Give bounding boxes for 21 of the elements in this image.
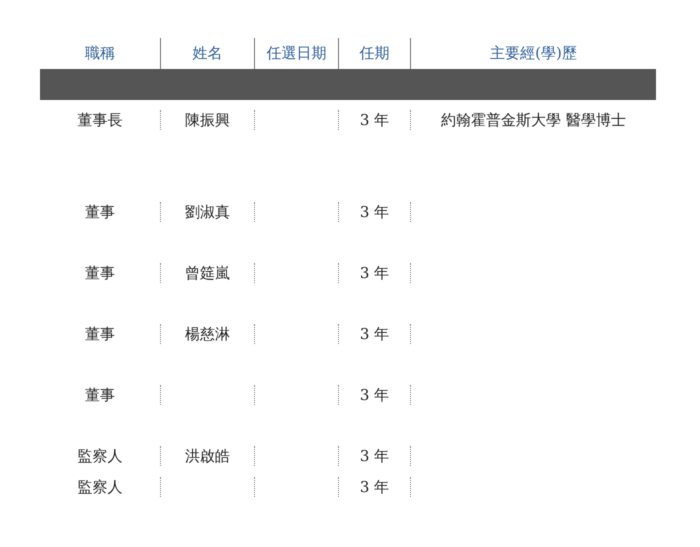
table-cell: 董事 <box>85 385 115 405</box>
table-cell: 3 年 <box>360 324 390 344</box>
table-cell: 3 年 <box>360 385 390 405</box>
table-cell: 董事 <box>85 324 115 344</box>
table-cell: 陳振興 <box>185 110 230 130</box>
table-cell: 3 年 <box>360 110 390 130</box>
table-cell: 董事長 <box>78 110 122 130</box>
table-cell: 曾筵嵐 <box>185 263 230 283</box>
table-cell: 劉淑真 <box>185 202 230 222</box>
table-cell: 3 年 <box>360 263 390 283</box>
table-cell: 楊慈淋 <box>185 324 230 344</box>
table-cell: 監察人 <box>78 446 122 466</box>
table-cell: 3 年 <box>360 477 390 497</box>
table-cell: 洪啟皓 <box>185 446 230 466</box>
table-cell: 董事 <box>85 202 115 222</box>
table-cell: 監察人 <box>78 477 122 497</box>
table-cell: 董事 <box>85 263 115 283</box>
table-cell: 3 年 <box>360 202 390 222</box>
column-header: 職稱 <box>84 43 116 64</box>
table-cell: 3 年 <box>360 446 390 466</box>
table-cell: 約翰霍普金斯大學 醫學博士 <box>441 110 626 130</box>
